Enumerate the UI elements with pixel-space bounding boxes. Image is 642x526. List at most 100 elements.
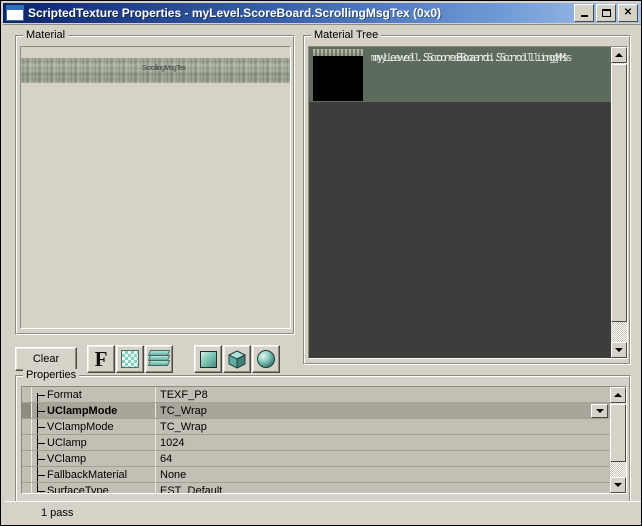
checker-icon	[121, 350, 139, 368]
property-row[interactable]: VClampMode TC_Wrap	[22, 419, 610, 435]
sphere-button[interactable]	[252, 345, 280, 373]
property-name-text: VClampMode	[47, 420, 114, 433]
material-tree-scroll-thumb[interactable]	[611, 64, 627, 322]
tree-line-icon	[34, 387, 46, 402]
material-tree-scrollbar[interactable]	[611, 47, 627, 358]
property-value-dropdown-button[interactable]	[591, 404, 608, 418]
property-name-cell: UClampMode	[32, 403, 156, 418]
material-tree-node[interactable]: myLevel.ScoreBoard.ScrollingMs myLevel.S…	[309, 47, 612, 102]
clear-button[interactable]: Clear	[15, 347, 77, 371]
property-value-cell[interactable]: TC_Wrap	[156, 403, 610, 418]
property-row[interactable]: Format TEXF_P8	[22, 387, 610, 403]
property-name-text: Format	[47, 388, 82, 401]
close-button[interactable]: ✕	[618, 4, 638, 22]
properties-scroll-thumb[interactable]	[610, 404, 626, 462]
material-tree-group-box: Material Tree myLevel.ScoreBoard.Scrolli…	[303, 29, 631, 365]
chevron-up-icon	[615, 53, 623, 57]
property-value-cell[interactable]: TC_Wrap	[156, 419, 610, 434]
font-button[interactable]: F	[87, 345, 115, 373]
layers-button[interactable]	[145, 345, 173, 373]
tree-line-icon	[34, 467, 46, 482]
property-row-gutter	[22, 403, 32, 418]
layers-icon	[147, 350, 171, 368]
property-name-text: FallbackMaterial	[47, 468, 128, 481]
window-icon	[6, 5, 24, 21]
font-icon: F	[94, 346, 108, 371]
window-controls: ✕	[574, 4, 638, 22]
material-group-box: Material ScrollingMsgTex	[15, 29, 295, 335]
window-title: ScriptedTexture Properties - myLevel.Sco…	[28, 6, 442, 20]
render-mode-group-1: F	[87, 345, 174, 373]
property-value-text: TC_Wrap	[160, 404, 207, 417]
maximize-button[interactable]	[596, 4, 616, 22]
status-bar: 1 pass	[5, 501, 641, 523]
property-row[interactable]: UClampMode TC_Wrap	[22, 403, 610, 419]
plane-button[interactable]	[194, 345, 222, 373]
property-name-text: UClamp	[47, 436, 87, 449]
tree-line-icon	[34, 483, 46, 493]
minimize-icon	[580, 14, 588, 17]
property-name-cell: UClamp	[32, 435, 156, 450]
material-tree-scroll-up-button[interactable]	[611, 47, 627, 63]
property-value-text: TC_Wrap	[160, 420, 207, 433]
property-row[interactable]: UClamp 1024	[22, 435, 610, 451]
property-row-gutter	[22, 483, 32, 493]
checker-button[interactable]	[116, 345, 144, 373]
tree-line-icon	[34, 451, 46, 466]
tree-line-icon	[34, 419, 46, 434]
maximize-icon	[601, 9, 611, 17]
material-tree-node-label-text: myLevel.ScoreBoard.ScrollingMs	[374, 51, 573, 64]
property-value-cell[interactable]: None	[156, 467, 610, 482]
property-value-cell[interactable]: TEXF_P8	[156, 387, 610, 402]
status-text: 1 pass	[41, 506, 74, 519]
properties-grid[interactable]: Format TEXF_P8 UClampMode TC_Wrap VClampMode…	[21, 386, 627, 494]
material-tree-scroll-down-button[interactable]	[611, 342, 627, 358]
minimize-button[interactable]	[574, 4, 594, 22]
sphere-icon	[257, 350, 275, 368]
properties-scroll-up-button[interactable]	[610, 387, 626, 403]
title-bar: ScriptedTexture Properties - myLevel.Sco…	[3, 3, 641, 23]
property-name-text: VClamp	[47, 452, 87, 465]
property-value-text: 1024	[160, 436, 185, 449]
render-mode-group-2	[194, 345, 281, 373]
property-value-text: 64	[160, 452, 173, 465]
chevron-up-icon	[614, 393, 622, 397]
properties-scroll-down-button[interactable]	[610, 477, 626, 493]
material-tree-node-label: myLevel.ScoreBoard.ScrollingMs myLevel.S…	[371, 51, 601, 67]
properties-group-label: Properties	[23, 369, 80, 381]
material-group-label: Material	[23, 29, 69, 41]
client-area: Material ScrollingMsgTex Clear F Materia…	[3, 24, 641, 525]
property-value-cell[interactable]: EST_Default	[156, 483, 610, 494]
properties-scrollbar[interactable]	[610, 387, 626, 493]
material-tree-node-thumbnail	[313, 49, 363, 101]
property-name-text: SurfaceType	[47, 484, 109, 494]
property-name-cell: VClamp	[32, 451, 156, 466]
property-value-text: TEXF_P8	[160, 388, 208, 401]
property-name-cell: FallbackMaterial	[32, 467, 156, 482]
properties-group-box: Properties Format TEXF_P8 UClampMode TC_Wra…	[15, 369, 631, 509]
material-tree-group-label: Material Tree	[311, 29, 382, 41]
texture-preview-caption: ScrollingMsgTex	[142, 65, 186, 72]
property-value-text: EST_Default	[160, 484, 223, 494]
property-name-cell: VClampMode	[32, 419, 156, 434]
material-tree-canvas[interactable]: myLevel.ScoreBoard.ScrollingMs myLevel.S…	[308, 46, 628, 359]
property-row-gutter	[22, 387, 32, 402]
property-row[interactable]: FallbackMaterial None	[22, 467, 610, 483]
property-row[interactable]: SurfaceType EST_Default	[22, 483, 610, 494]
property-value-text: None	[160, 468, 187, 481]
property-row[interactable]: VClamp 64	[22, 451, 610, 467]
property-row-gutter	[22, 419, 32, 434]
property-value-cell[interactable]: 1024	[156, 435, 610, 450]
scripted-texture-properties-window: ScriptedTexture Properties - myLevel.Sco…	[0, 0, 642, 526]
property-name-text: UClampMode	[47, 404, 118, 417]
plane-icon	[199, 350, 217, 368]
close-icon: ✕	[623, 7, 633, 18]
material-preview-canvas[interactable]: ScrollingMsgTex	[20, 46, 291, 329]
property-value-cell[interactable]: 64	[156, 451, 610, 466]
cube-button[interactable]	[223, 345, 251, 373]
property-row-gutter	[22, 435, 32, 450]
chevron-down-icon	[595, 409, 604, 413]
chevron-down-icon	[615, 348, 623, 352]
cube-icon	[227, 349, 247, 369]
property-name-cell: Format	[32, 387, 156, 402]
